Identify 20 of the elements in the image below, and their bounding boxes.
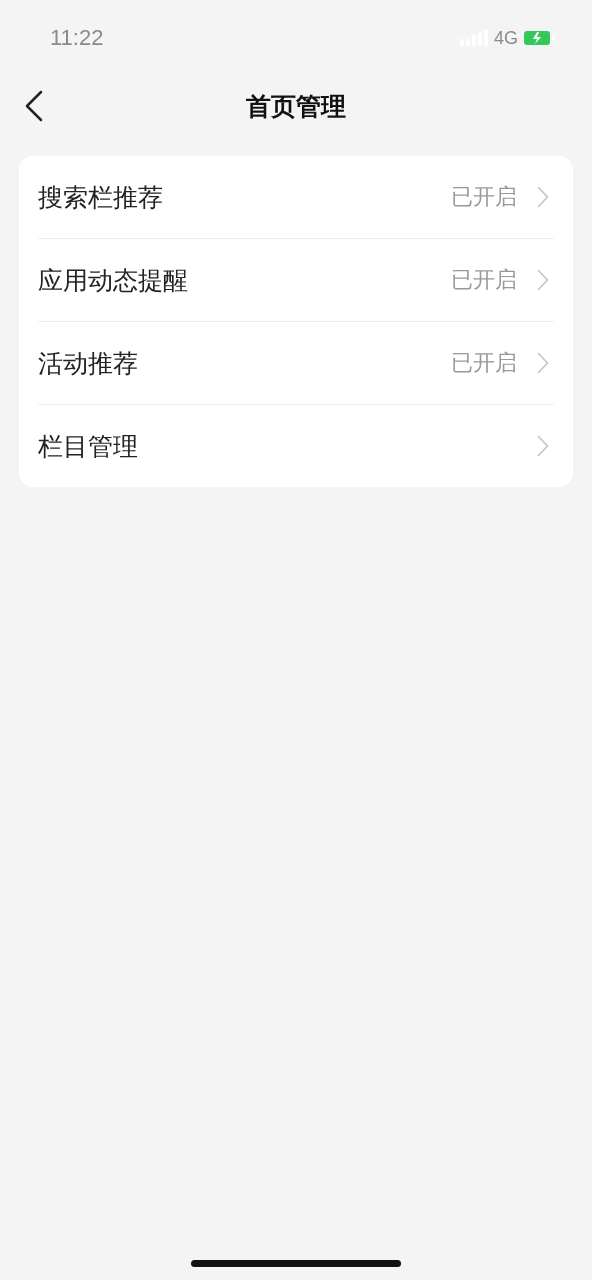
battery-charging-icon [524,30,556,46]
setting-status: 已开启 [451,266,517,294]
setting-label: 栏目管理 [38,430,139,463]
setting-label: 搜索栏推荐 [38,181,164,214]
settings-row[interactable]: 栏目管理 [19,405,573,487]
back-icon[interactable] [24,90,44,122]
settings-row[interactable]: 应用动态提醒 已开启 [19,239,573,321]
chevron-right-icon [537,269,549,291]
setting-label: 应用动态提醒 [38,264,189,297]
status-time: 11:22 [50,25,104,51]
settings-row[interactable]: 搜索栏推荐 已开启 [19,156,573,238]
chevron-right-icon [537,186,549,208]
network-label: 4G [494,27,518,49]
page-title: 首页管理 [246,90,346,123]
setting-status: 已开启 [451,183,517,211]
setting-label: 活动推荐 [38,347,139,380]
setting-status: 已开启 [451,349,517,377]
chevron-right-icon [537,352,549,374]
settings-row[interactable]: 活动推荐 已开启 [19,322,573,404]
chevron-right-icon [537,435,549,457]
